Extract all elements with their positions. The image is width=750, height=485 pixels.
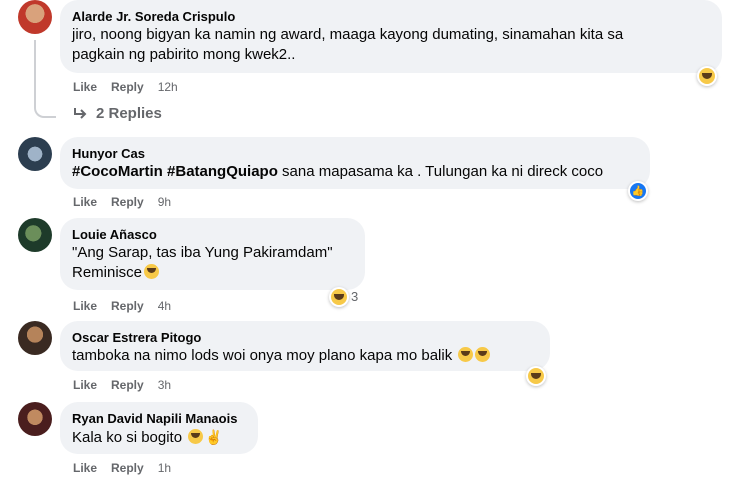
grinning-face-icon <box>331 289 347 305</box>
reply-button[interactable]: Reply <box>111 298 144 314</box>
comment-text-body: Kala ko si bogito <box>72 429 183 446</box>
view-replies-button[interactable]: 2 Replies <box>72 105 162 122</box>
hashtag-link[interactable]: #CocoMartin <box>72 163 163 180</box>
comment-text-body: sana mapasama ka . Tulungan ka ni direck… <box>277 163 604 180</box>
thread-line <box>34 40 56 118</box>
timestamp[interactable]: 12h <box>158 79 178 95</box>
replies-label: 2 Replies <box>96 105 162 122</box>
like-button[interactable]: Like <box>73 298 97 314</box>
like-button[interactable]: Like <box>73 460 97 476</box>
comment-author[interactable]: Louie Añasco <box>72 226 353 243</box>
grinning-face-icon <box>475 347 491 362</box>
comment-actions: Like Reply 1h <box>73 460 171 476</box>
reaction-count[interactable]: 3 <box>351 289 358 304</box>
timestamp[interactable]: 4h <box>158 298 171 314</box>
timestamp[interactable]: 9h <box>158 194 171 210</box>
grinning-face-icon <box>188 429 204 444</box>
hashtag-link[interactable]: #BatangQuiapo <box>167 163 278 180</box>
reply-button[interactable]: Reply <box>111 460 144 476</box>
comment-author[interactable]: Hunyor Cas <box>72 145 638 162</box>
comment-text: jiro, noong bigyan ka namin ng award, ma… <box>72 26 624 43</box>
comment-text: pagkain ng pabirito mong kwek2.. <box>72 46 296 63</box>
comment-text: #CocoMartin #BatangQuiapo sana mapasama … <box>72 162 638 182</box>
timestamp[interactable]: 3h <box>158 377 171 393</box>
comment-actions: Like Reply 4h <box>73 298 171 314</box>
comment-bubble: Hunyor Cas #CocoMartin #BatangQuiapo san… <box>60 137 650 189</box>
avatar[interactable] <box>18 321 52 355</box>
comment-bubble: Ryan David Napili Manaois Kala ko si bog… <box>60 402 258 454</box>
reply-button[interactable]: Reply <box>111 79 144 95</box>
like-button[interactable]: Like <box>73 194 97 210</box>
reaction-badge[interactable]: 👍 <box>628 181 648 201</box>
comment-text: tamboka na nimo lods woi onya moy plano … <box>72 346 538 366</box>
timestamp[interactable]: 1h <box>158 460 171 476</box>
comment-actions: Like Reply 3h <box>73 377 171 393</box>
comment-actions: Like Reply 12h <box>73 79 178 95</box>
avatar[interactable] <box>18 402 52 436</box>
like-button[interactable]: Like <box>73 79 97 95</box>
grinning-face-icon <box>699 68 715 84</box>
comment-bubble: Louie Añasco "Ang Sarap, tas iba Yung Pa… <box>60 218 365 290</box>
grinning-face-icon <box>528 368 544 384</box>
reaction-badge[interactable] <box>526 366 546 386</box>
comment-bubble: Oscar Estrera Pitogo tamboka na nimo lod… <box>60 321 550 371</box>
comment-text: "Ang Sarap, tas iba Yung Pakiramdam" <box>72 244 333 261</box>
avatar[interactable] <box>18 218 52 252</box>
victory-hand-icon: ✌ <box>205 429 223 445</box>
comment-author[interactable]: Alarde Jr. Soreda Crispulo <box>72 8 710 25</box>
reply-button[interactable]: Reply <box>111 194 144 210</box>
comment-author[interactable]: Oscar Estrera Pitogo <box>72 329 538 346</box>
reply-arrow-icon <box>74 107 87 119</box>
comment-text: Kala ko si bogito ✌ <box>72 427 246 448</box>
comment-text: Reminisce <box>72 263 353 283</box>
comment-text-body: tamboka na nimo lods woi onya moy plano … <box>72 347 453 364</box>
like-thumb-icon: 👍 <box>630 183 646 199</box>
reply-button[interactable]: Reply <box>111 377 144 393</box>
avatar[interactable] <box>18 137 52 171</box>
reaction-badge[interactable] <box>697 66 717 86</box>
grinning-face-icon <box>458 347 474 362</box>
comment-bubble: Alarde Jr. Soreda Crispulo jiro, noong b… <box>60 0 722 73</box>
like-button[interactable]: Like <box>73 377 97 393</box>
grinning-face-icon <box>144 264 160 279</box>
reaction-badge[interactable] <box>329 287 349 307</box>
comment-actions: Like Reply 9h <box>73 194 171 210</box>
comment-text-body: Reminisce <box>72 264 143 281</box>
comment-author[interactable]: Ryan David Napili Manaois <box>72 410 246 427</box>
avatar[interactable] <box>18 0 52 34</box>
